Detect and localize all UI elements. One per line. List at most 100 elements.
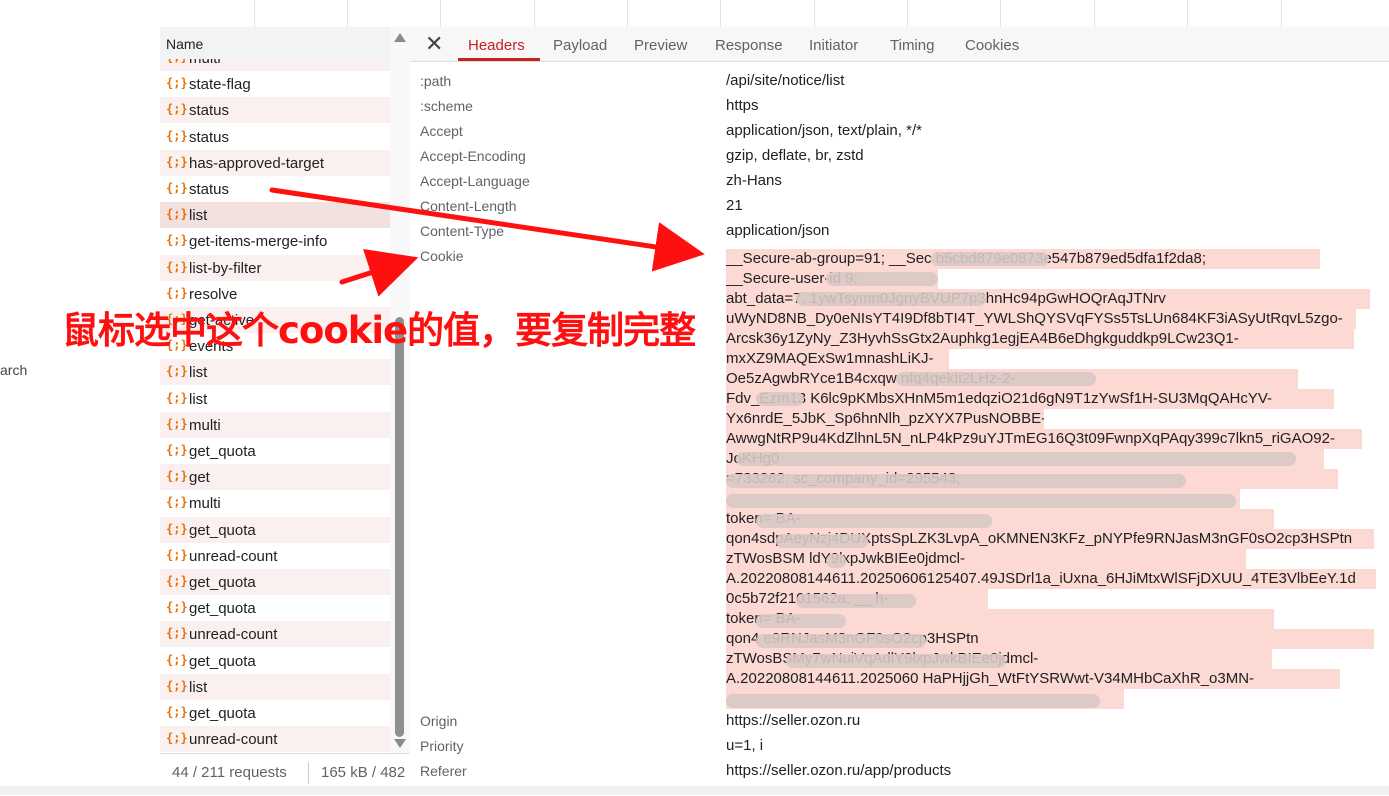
xhr-icon: {;} [166, 154, 188, 169]
header-name: Referer [420, 763, 467, 779]
request-name: list [189, 207, 208, 225]
request-row[interactable]: {;} get_quota [160, 595, 390, 621]
header-value[interactable]: application/json, text/plain, */* [726, 122, 922, 139]
timeline-tick [534, 0, 535, 27]
request-row[interactable]: {;} unread-count [160, 726, 390, 752]
request-row[interactable]: {;} unread-count [160, 621, 390, 648]
tab-payload[interactable]: Payload [553, 37, 607, 54]
header-value[interactable]: https [726, 97, 759, 114]
xhr-icon: {;} [166, 521, 188, 536]
redaction-blur [796, 594, 916, 608]
request-row[interactable]: {;} list [160, 673, 390, 700]
request-row[interactable]: {;} list [160, 202, 390, 229]
header-value[interactable]: https://seller.ozon.ru [726, 712, 860, 729]
redaction-blur [756, 392, 804, 406]
header-name: Content-Type [420, 223, 505, 239]
name-column-label: Name [166, 36, 204, 52]
request-row[interactable]: {;} status [160, 176, 390, 202]
xhr-icon: {;} [166, 207, 188, 222]
request-name: multi [189, 416, 221, 434]
redaction-blur [931, 252, 1049, 266]
timeline-tick [440, 0, 441, 27]
request-row[interactable]: {;} get_quota [160, 516, 390, 543]
redaction-blur [726, 494, 1236, 508]
request-row[interactable]: {;} has-approved-target [160, 149, 390, 176]
redaction-blur [756, 634, 926, 648]
timeline-tick [254, 0, 255, 27]
scroll-thumb[interactable] [395, 317, 404, 737]
xhr-icon: {;} [166, 285, 188, 300]
request-row[interactable]: {;} list [160, 359, 390, 386]
request-row[interactable]: {;} list-by-filter [160, 254, 390, 281]
header-name: Accept-Encoding [420, 148, 526, 164]
header-value[interactable]: gzip, deflate, br, zstd [726, 147, 864, 164]
request-row[interactable]: {;} get_quota [160, 648, 390, 674]
header-value[interactable]: https://seller.ozon.ru/app/products [726, 762, 951, 779]
request-row[interactable]: {;} get_quota [160, 569, 390, 595]
xhr-icon: {;} [166, 233, 188, 248]
request-list-pane: Name {;}multi{;}state-flag{;}status{;}st… [160, 27, 411, 796]
xhr-icon: {;} [166, 600, 188, 615]
cookie-value-selection[interactable]: __Secure-ab-group=91; __Sec b5cbd879e087… [726, 249, 1376, 709]
request-name: get_quota [189, 600, 256, 618]
xhr-icon: {;} [166, 259, 188, 274]
xhr-icon: {;} [166, 443, 188, 457]
xhr-icon: {;} [166, 469, 188, 484]
header-value[interactable]: application/json [726, 222, 829, 239]
request-row[interactable]: {;} get_quota [160, 438, 390, 464]
transfer-size: 165 kB / 482 [321, 764, 406, 781]
request-name: status [189, 181, 230, 198]
redaction-blur [786, 654, 1006, 668]
request-name: list-by-filter [189, 259, 262, 277]
xhr-icon: {;} [166, 390, 188, 405]
xhr-icon: {;} [166, 416, 188, 431]
request-row[interactable]: {;} get-items-merge-info [160, 228, 390, 254]
tab-timing[interactable]: Timing [890, 37, 934, 54]
xhr-icon: {;} [166, 731, 188, 746]
request-list-scrollbar[interactable] [390, 27, 410, 753]
name-column-header[interactable]: Name [160, 27, 390, 60]
timeline-tick [347, 0, 348, 27]
xhr-icon: {;} [166, 102, 188, 117]
request-name: list [189, 678, 208, 696]
xhr-icon: {;} [166, 128, 188, 143]
xhr-icon: {;} [166, 547, 188, 562]
xhr-icon: {;} [166, 652, 188, 667]
tab-headers[interactable]: Headers [468, 37, 525, 54]
tab-response[interactable]: Response [715, 37, 783, 54]
header-value[interactable]: /api/site/notice/list [726, 72, 844, 89]
request-row[interactable]: {;}multi [160, 411, 390, 438]
tab-preview[interactable]: Preview [634, 37, 687, 54]
request-row[interactable]: {;} status [160, 124, 390, 150]
tab-initiator[interactable]: Initiator [809, 37, 858, 54]
request-name: has-approved-target [189, 154, 325, 172]
request-count: 44 / 211 requests [172, 764, 287, 781]
request-row[interactable]: {;}multi [160, 490, 390, 516]
scroll-down-arrow-icon[interactable] [394, 739, 406, 748]
redaction-blur [796, 292, 986, 306]
cookie-value-line: Fdv_Ezm13 K6lc9pKMbsXHnM5m1edqziO21d6gN9… [726, 389, 1334, 409]
request-row[interactable]: {;} status [160, 97, 390, 124]
scroll-up-arrow-icon[interactable] [394, 33, 406, 42]
request-row[interactable]: {;} list [160, 386, 390, 412]
request-row[interactable]: {;} get_quota [160, 700, 390, 726]
request-row[interactable]: {;} state-flag [160, 71, 390, 97]
request-name: status [189, 102, 230, 120]
header-name: Priority [420, 738, 464, 754]
header-value[interactable]: 21 [726, 197, 743, 214]
request-row[interactable]: {;} get [160, 464, 390, 491]
request-row[interactable]: {;} unread-count [160, 543, 390, 569]
header-value[interactable]: u=1, i [726, 737, 763, 754]
close-icon[interactable]: ✕ [425, 31, 443, 57]
request-row[interactable]: {;}multi [160, 59, 390, 71]
xhr-icon: {;} [166, 181, 188, 195]
tab-cookies[interactable]: Cookies [965, 37, 1019, 54]
header-name: :path [420, 73, 452, 89]
header-value[interactable]: zh-Hans [726, 172, 782, 189]
header-name: Accept-Language [420, 173, 530, 189]
cookie-value-line: mxXZ9MAQExSw1mnashLiKJ- [726, 349, 949, 369]
network-timeline-overview[interactable] [160, 0, 1389, 28]
request-name: list [189, 390, 208, 408]
cookie-value-line: A.20220808144611.2025060 HaPHjjGh_WtFtYS… [726, 669, 1340, 689]
timeline-tick [1187, 0, 1188, 27]
